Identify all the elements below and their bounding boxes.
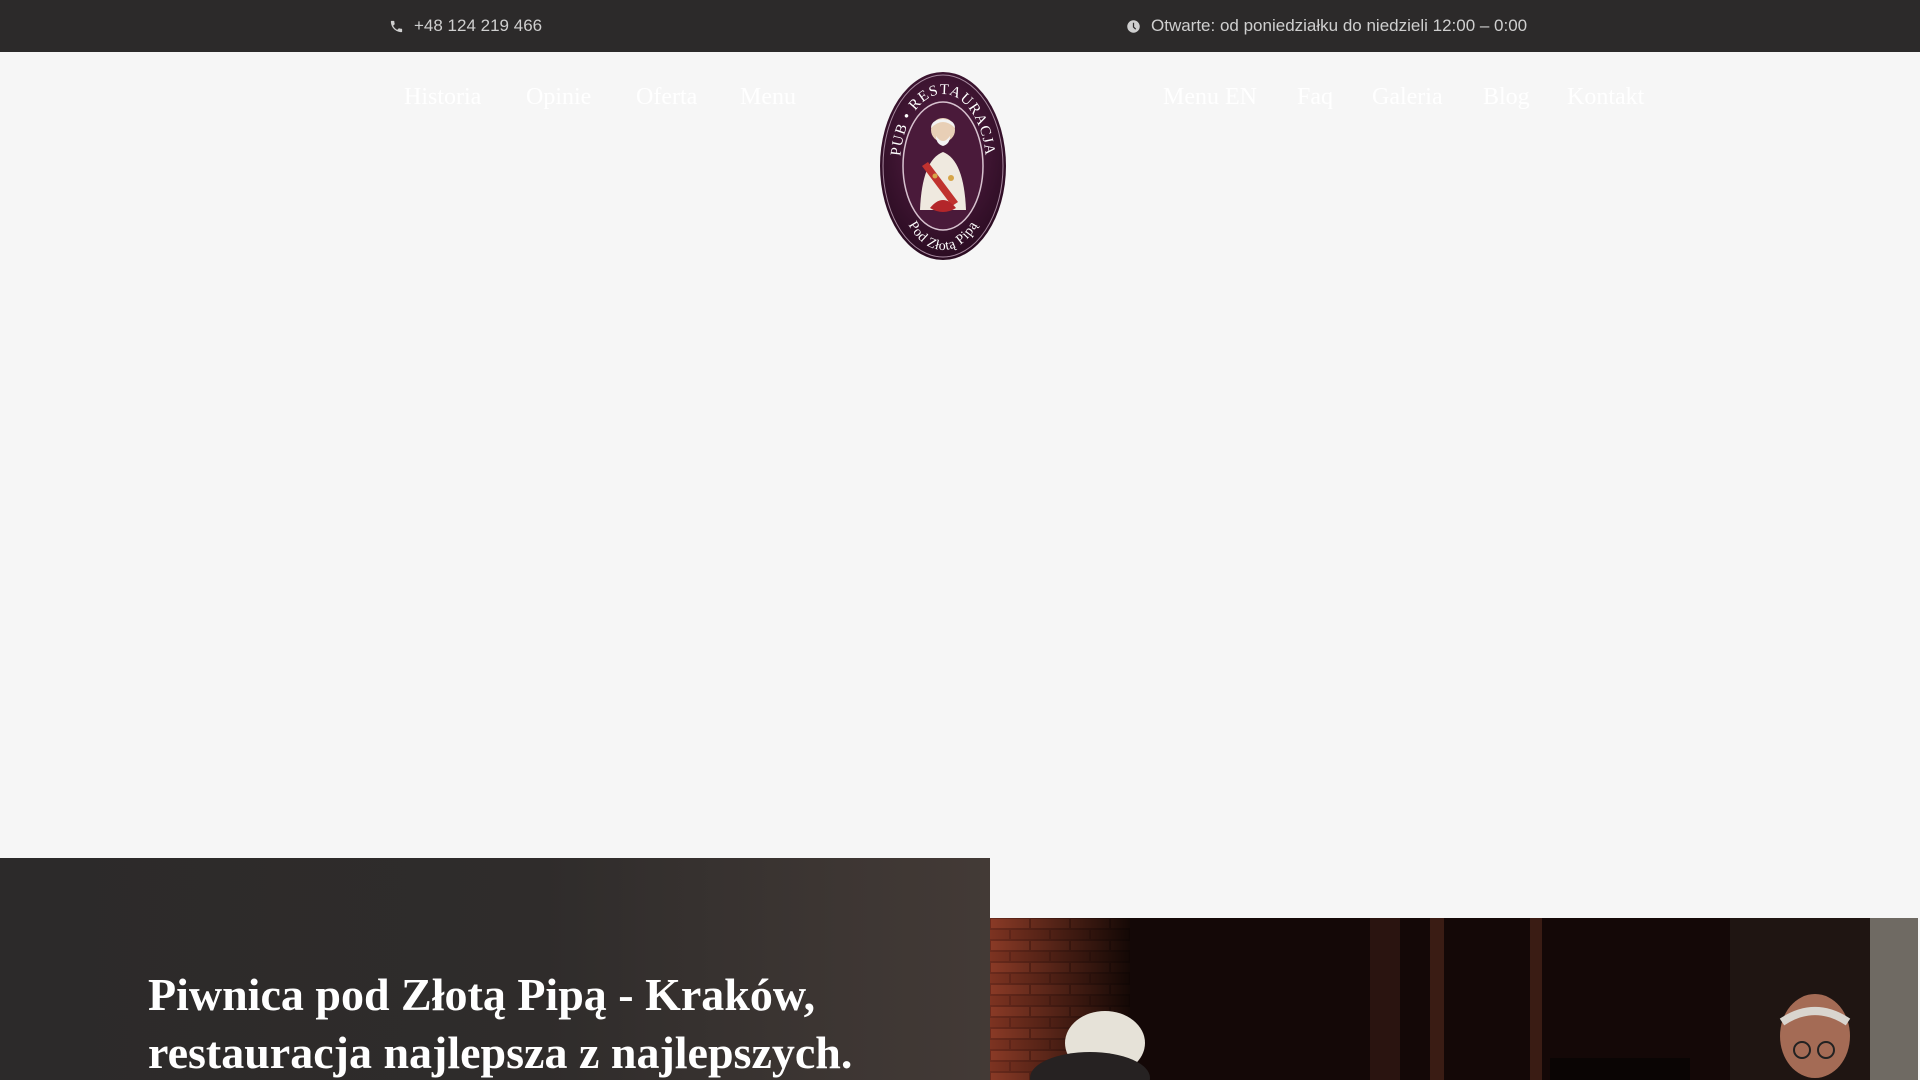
phone-contact[interactable]: +48 124 219 466 [389,0,542,52]
hero-title: Piwnica pod Złotą Pipą - Kraków, restaur… [148,966,968,1080]
restaurant-logo[interactable]: PUB • RESTAURACJA Pod Złotą Pipą [878,70,1008,262]
top-bar: +48 124 219 466 Otwarte: od poniedziałku… [0,0,1920,52]
opening-hours-text: Otwarte: od poniedziałku do niedzieli 12… [1151,16,1528,35]
phone-icon [390,20,403,32]
clock-icon [1127,19,1140,33]
nav-menu-en[interactable]: Menu EN [1163,84,1257,111]
opening-hours: Otwarte: od poniedziałku do niedzieli 12… [1126,0,1527,52]
nav-faq[interactable]: Faq [1297,84,1333,111]
nav-menu[interactable]: Menu [740,84,796,111]
nav-galeria[interactable]: Galeria [1372,84,1443,111]
hero-title-line-1: Piwnica pod Złotą Pipą - Kraków, [148,969,816,1020]
phone-number[interactable]: +48 124 219 466 [414,16,542,36]
nav-oferta[interactable]: Oferta [636,84,697,111]
nav-kontakt[interactable]: Kontakt [1567,84,1644,111]
nav-historia[interactable]: Historia [404,84,481,111]
hero-title-line-2: restauracja najlepsza z najlepszych. [148,1027,853,1078]
nav-opinie[interactable]: Opinie [526,84,591,111]
nav-blog[interactable]: Blog [1483,84,1530,111]
restaurant-photo [990,918,1918,1080]
